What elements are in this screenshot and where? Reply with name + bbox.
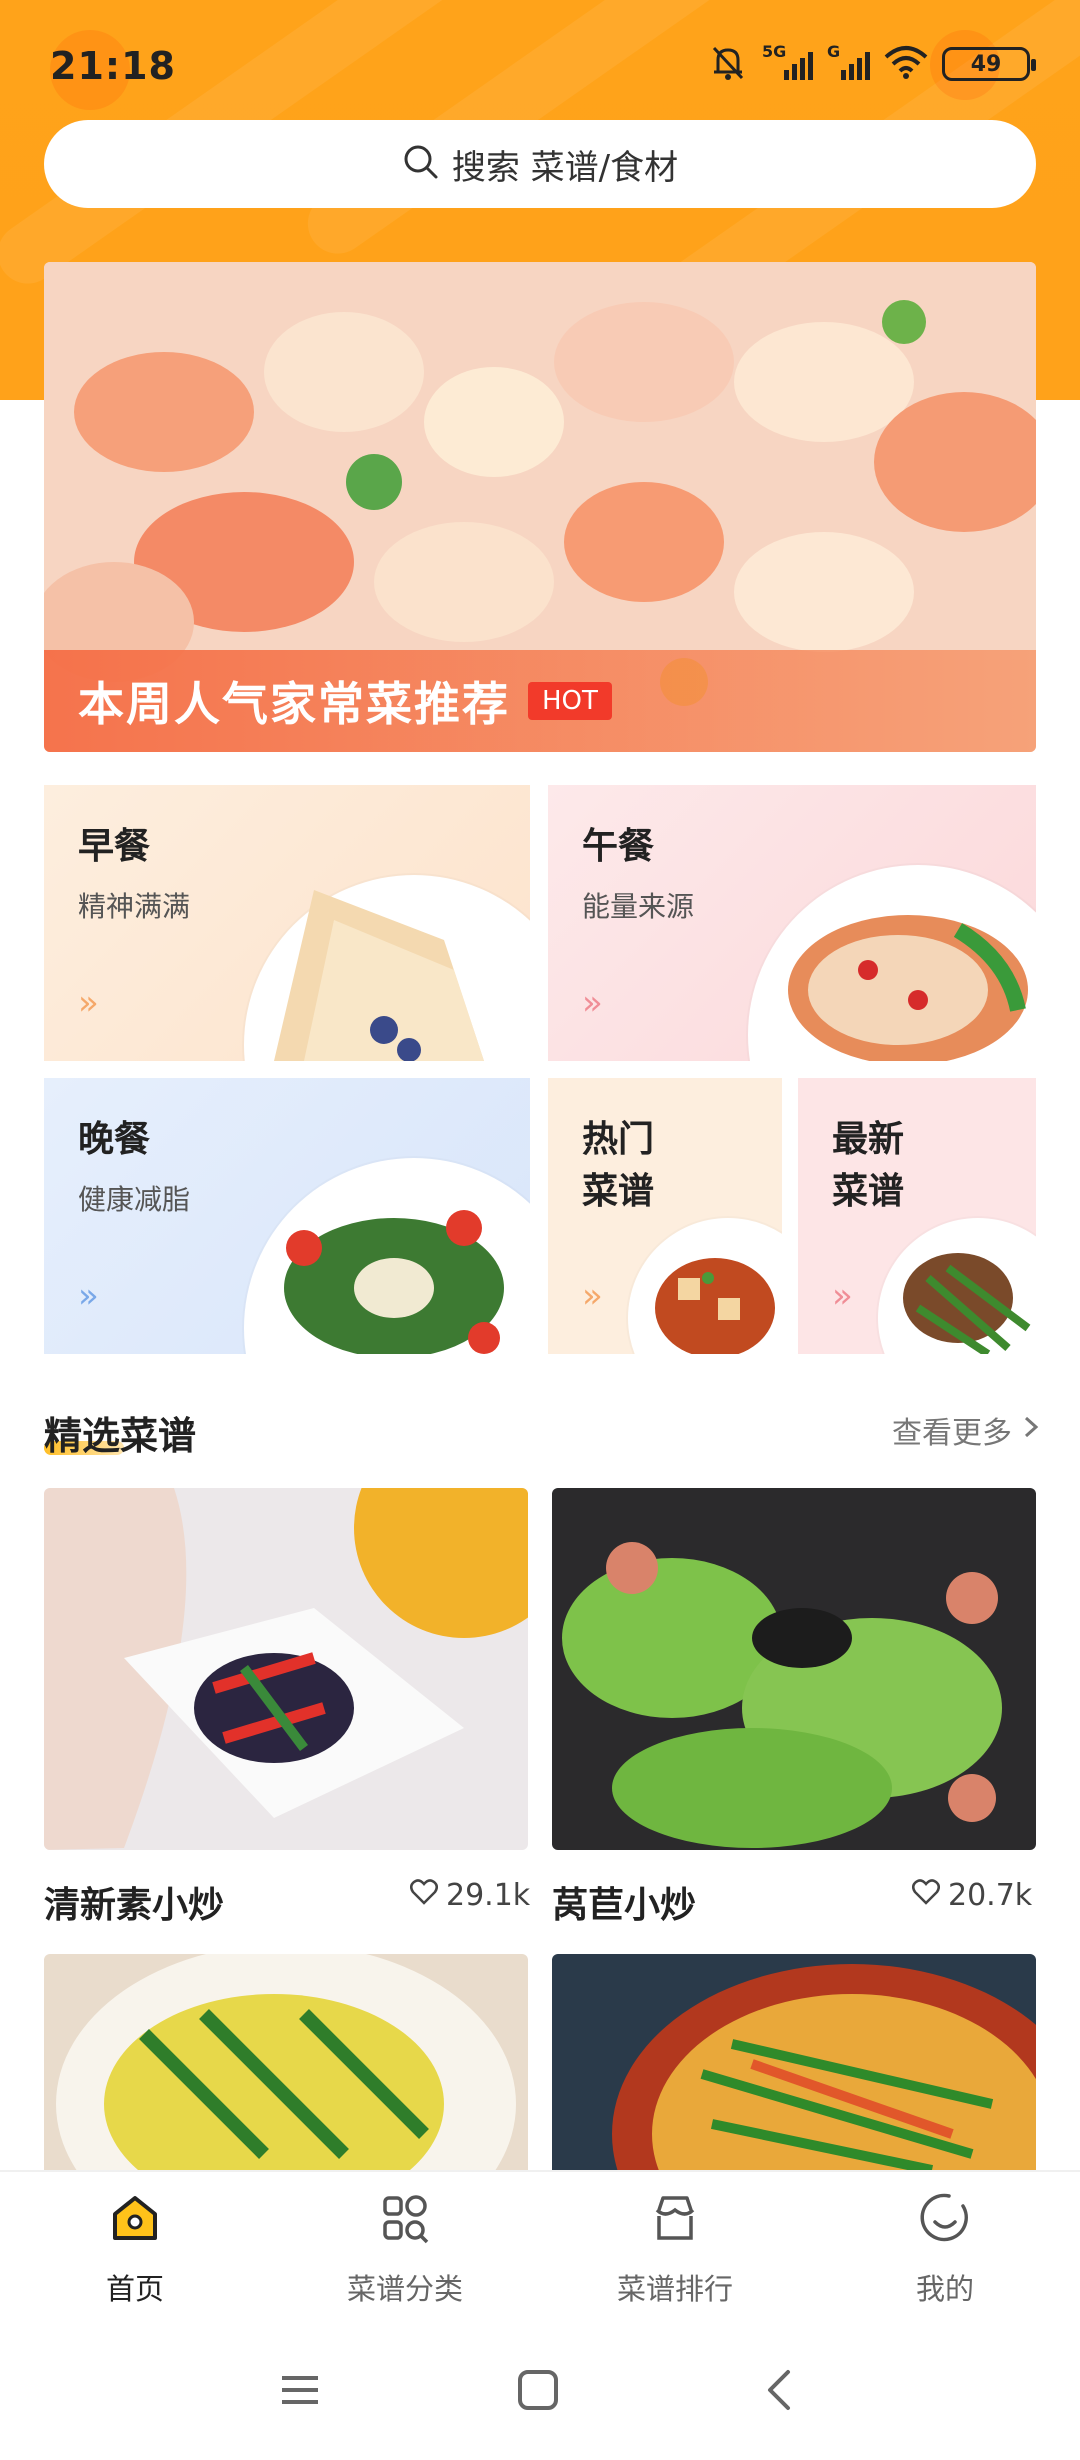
system-navigation-bar [0, 2340, 1080, 2460]
home-square-icon[interactable] [516, 2368, 560, 2416]
wifi-icon [884, 45, 928, 83]
status-icons: 5G G 49 [708, 42, 1036, 86]
meal-subtitle: 健康减脂 [78, 1183, 191, 1216]
double-chevron-icon: » [832, 1276, 853, 1316]
status-bar: 21:18 5G G 49 [0, 0, 1080, 135]
featured-section-title: 精选菜谱 [44, 1414, 197, 1458]
nav-label: 首页 [105, 2272, 164, 2306]
stir-fry-image [903, 1253, 1031, 1354]
recipe-name: 莴苣小炒 [552, 1885, 697, 1926]
hot-badge: HOT [528, 682, 612, 720]
double-chevron-icon: » [78, 983, 99, 1023]
search-placeholder: 搜索 菜谱/食材 [451, 147, 679, 188]
profile-icon [919, 2192, 971, 2248]
double-chevron-icon: » [78, 1276, 99, 1316]
meal-card-dinner[interactable]: 晚餐 健康减脂 » [44, 1078, 530, 1354]
double-chevron-icon: » [582, 1276, 603, 1316]
nav-label: 菜谱分类 [346, 2272, 463, 2306]
category-icon [379, 2192, 431, 2248]
menu-icon[interactable] [278, 2368, 322, 2416]
meal-title: 最新 菜谱 [832, 1119, 905, 1212]
signal-g-icon: G [827, 42, 870, 80]
likes-count: 29.1k [446, 1878, 531, 1913]
toast-image [274, 890, 484, 1061]
home-icon [109, 2192, 161, 2248]
nav-label: 我的 [915, 2272, 974, 2306]
see-more-label: 查看更多 [892, 1416, 1012, 1451]
meal-card-breakfast[interactable]: 早餐 精神满满 » [44, 785, 530, 1061]
meal-title: 午餐 [582, 826, 655, 867]
nav-ranking[interactable]: 菜谱排行 [575, 2192, 775, 2308]
meal-subtitle: 精神满满 [78, 890, 191, 923]
nav-label: 菜谱排行 [616, 2272, 733, 2306]
hero-banner[interactable]: 本周人气家常菜推荐 HOT [44, 262, 1036, 752]
search-icon [402, 143, 440, 185]
meal-title: 晚餐 [78, 1119, 151, 1160]
banner-title: 本周人气家常菜推荐 [78, 677, 510, 731]
recipe-card-image[interactable] [44, 1954, 528, 2170]
double-chevron-icon: » [582, 983, 603, 1023]
recipe-likes[interactable]: 29.1k [410, 1878, 530, 1913]
battery-indicator: 49 [942, 47, 1036, 81]
mute-bell-icon [708, 42, 748, 86]
meal-title: 早餐 [78, 826, 151, 867]
salad-image [284, 1210, 504, 1354]
bottom-navigation: 首页 菜谱分类 菜谱排行 我的 [0, 2170, 1080, 2340]
banner-caption: 本周人气家常菜推荐 HOT [44, 650, 1036, 752]
recipe-card-image[interactable] [552, 1954, 1036, 2170]
nav-category[interactable]: 菜谱分类 [305, 2192, 505, 2308]
heart-icon [912, 1878, 940, 1913]
likes-count: 20.7k [948, 1878, 1033, 1913]
mapo-tofu-image [655, 1258, 775, 1354]
recipe-card-image[interactable] [552, 1488, 1036, 1850]
heart-icon [410, 1878, 438, 1913]
see-more-link[interactable]: 查看更多 [892, 1408, 1040, 1452]
signal-5g-icon: 5G [762, 42, 813, 80]
recipe-card-image[interactable] [44, 1488, 528, 1850]
recipe-name: 清新素小炒 [44, 1885, 225, 1926]
noodles-image [788, 915, 1028, 1061]
chevron-right-icon [1022, 1413, 1040, 1448]
nav-profile[interactable]: 我的 [845, 2192, 1045, 2308]
status-time: 21:18 [50, 44, 176, 88]
meal-title: 热门 菜谱 [582, 1119, 655, 1212]
meal-subtitle: 能量来源 [582, 890, 695, 923]
meal-card-lunch[interactable]: 午餐 能量来源 » [548, 785, 1036, 1061]
recipe-likes[interactable]: 20.7k [912, 1878, 1032, 1913]
meal-card-new-recipes[interactable]: 最新 菜谱 » [798, 1078, 1036, 1354]
search-input[interactable]: 搜索 菜谱/食材 [44, 120, 1036, 208]
back-icon[interactable] [758, 2368, 802, 2416]
meal-card-popular-recipes[interactable]: 热门 菜谱 » [548, 1078, 782, 1354]
ranking-icon [649, 2192, 701, 2248]
nav-home[interactable]: 首页 [35, 2192, 235, 2308]
